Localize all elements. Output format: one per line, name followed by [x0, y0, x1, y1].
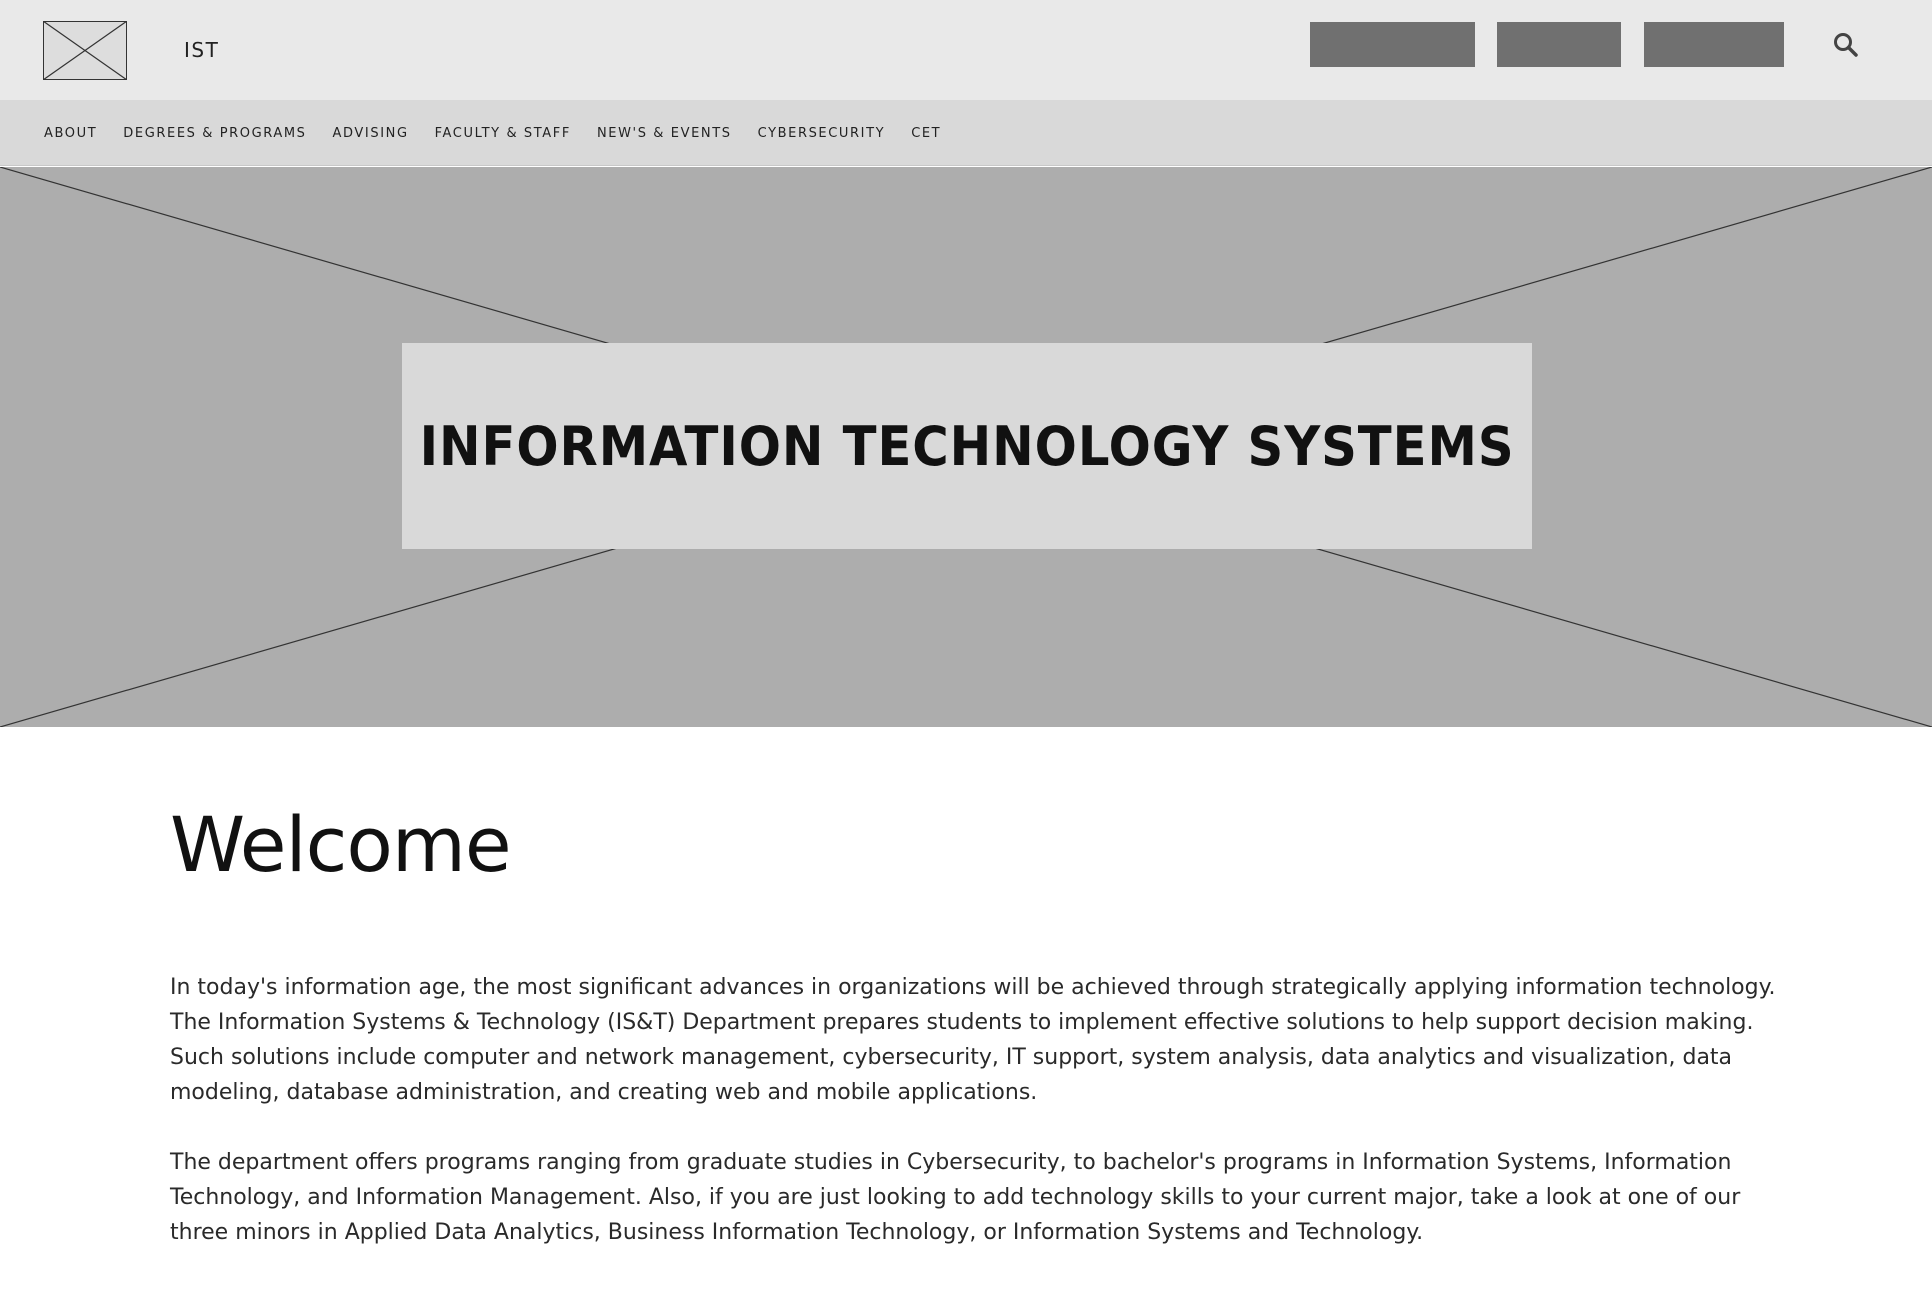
- placeholder-image-icon: [43, 21, 127, 80]
- nav-item-faculty-staff[interactable]: FACULTY & STAFF: [435, 126, 571, 141]
- main-nav: ABOUT DEGREES & PROGRAMS ADVISING FACULT…: [0, 100, 1932, 166]
- welcome-heading: Welcome: [170, 800, 512, 889]
- intro-paragraph: In today's information age, the most sig…: [170, 975, 1776, 1105]
- nav-item-news-events[interactable]: NEW'S & EVENTS: [597, 126, 732, 141]
- nav-item-cet[interactable]: CET: [911, 126, 941, 141]
- page: IST ABOUT DEGREES & PROGRAMS ADVISING FA…: [0, 0, 1932, 1314]
- hero-title-box: INFORMATION TECHNOLOGY SYSTEMS: [402, 343, 1532, 549]
- nav-item-cybersecurity[interactable]: CYBERSECURITY: [758, 126, 886, 141]
- utility-button-2[interactable]: [1497, 22, 1621, 67]
- utility-button-3[interactable]: [1644, 22, 1784, 67]
- nav-list: ABOUT DEGREES & PROGRAMS ADVISING FACULT…: [44, 100, 967, 166]
- utility-button-1[interactable]: [1310, 22, 1475, 67]
- nav-item-about[interactable]: ABOUT: [44, 126, 97, 141]
- nav-item-degrees-programs[interactable]: DEGREES & PROGRAMS: [123, 126, 306, 141]
- hero-title: INFORMATION TECHNOLOGY SYSTEMS: [419, 414, 1515, 478]
- programs-paragraph: The department offers programs ranging f…: [170, 1150, 1741, 1245]
- logo[interactable]: [43, 21, 127, 80]
- nav-item-advising[interactable]: ADVISING: [333, 126, 409, 141]
- search-icon: [1834, 33, 1858, 57]
- search-button[interactable]: [1832, 31, 1860, 59]
- top-header: IST: [0, 0, 1932, 100]
- site-name[interactable]: IST: [184, 38, 219, 62]
- hero-banner: INFORMATION TECHNOLOGY SYSTEMS: [0, 167, 1932, 727]
